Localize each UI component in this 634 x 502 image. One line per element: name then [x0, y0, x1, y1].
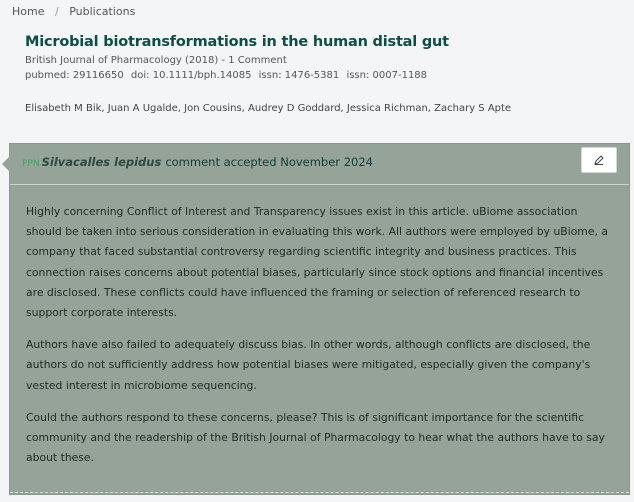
breadcrumb-publications-link[interactable]: Publications [69, 5, 135, 18]
journal-line: British Journal of Pharmacology (2018) -… [25, 55, 287, 66]
author-list: Elisabeth M Bik, Juan A Ugalde, Jon Cous… [25, 103, 512, 114]
breadcrumb-separator: / [54, 5, 59, 18]
issn-id: issn: 1476-5381 [258, 70, 340, 81]
comment-paragraph: Could the authors respond to these conce… [26, 410, 605, 465]
doi-id[interactable]: doi: 10.1111/bph.14085 [131, 70, 252, 81]
comment-pointer [2, 156, 10, 172]
comment-body: Highly concerning Conflict of Interest a… [26, 202, 616, 480]
comment-status: comment accepted November 2024 [165, 155, 373, 169]
breadcrumb: Home / Publications [12, 4, 135, 20]
publication-title[interactable]: Microbial biotransformations in the huma… [25, 34, 449, 50]
pubmed-id[interactable]: pubmed: 29116650 [25, 70, 124, 81]
ppn-badge: PPN [22, 159, 40, 169]
comment-card: PPN Silvacalles lepidus comment accepted N… [2, 143, 630, 495]
issn-id-2: issn: 0007-1188 [346, 70, 428, 81]
comment-header-text: PPN Silvacalles lepidus comment accepted N… [22, 155, 373, 169]
comment-username[interactable]: Silvacalles lepidus [42, 155, 162, 169]
comment-paragraph: Authors have also failed to adequately d… [26, 338, 591, 392]
publication-identifiers: pubmed: 29116650 doi: 10.1111/bph.14085 … [25, 70, 431, 81]
pen-icon [593, 151, 605, 170]
comment-header: PPN Silvacalles lepidus comment accepted N… [10, 144, 629, 185]
comment-divider [10, 492, 629, 493]
breadcrumb-home-link[interactable]: Home [12, 5, 44, 18]
comment-paragraph: Highly concerning Conflict of Interest a… [26, 205, 608, 320]
edit-comment-button[interactable] [581, 147, 617, 173]
